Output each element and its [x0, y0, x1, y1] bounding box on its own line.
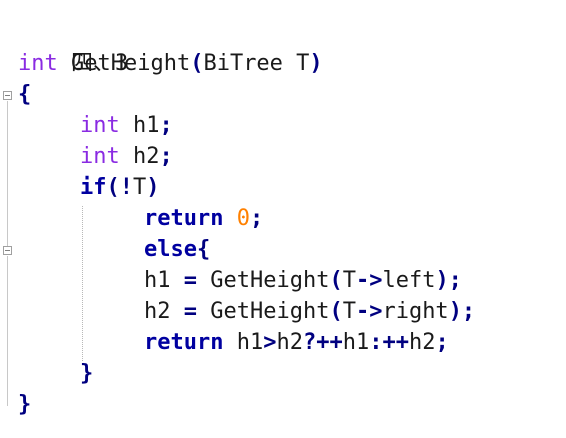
- function-call: GetHeight: [197, 299, 330, 324]
- variable-h1: h1: [342, 330, 370, 355]
- colon-increment-operator: :++: [369, 330, 409, 355]
- close-brace: }: [80, 361, 94, 386]
- code-line-close-brace-inner: }: [80, 358, 93, 389]
- variable-h1: h1: [119, 113, 160, 138]
- greater-than-operator: >: [263, 330, 277, 355]
- semicolon: ;: [435, 330, 449, 355]
- fold-range-line: [7, 256, 8, 406]
- close-paren: ): [146, 175, 160, 200]
- close-paren-semicolon: );: [435, 268, 462, 293]
- variable-h2: h2: [276, 330, 303, 355]
- ternary-increment-operator: ?++: [302, 330, 343, 355]
- variable-h2: h2: [144, 299, 184, 324]
- variable-h1: h1: [223, 330, 264, 355]
- fold-collapse-icon[interactable]: [3, 246, 12, 255]
- open-brace: {: [196, 237, 211, 262]
- open-paren-not: (!: [106, 175, 134, 200]
- arrow-operator: ->: [355, 299, 383, 324]
- code-line-function-signature: int GetHeight(BiTree T): [18, 48, 323, 79]
- close-brace: }: [18, 392, 32, 417]
- variable-h2: h2: [408, 330, 436, 355]
- code-line-else: else{: [144, 234, 210, 265]
- open-paren: (: [190, 51, 204, 76]
- number-literal: 0: [236, 206, 250, 231]
- assign-operator: =: [183, 268, 197, 293]
- code-editor[interactable]: 四、3 int GetHeight(BiTree T) { int h1; in…: [0, 0, 566, 438]
- keyword-return: return: [144, 206, 224, 231]
- parameter: BiTree T: [203, 51, 310, 76]
- close-paren: ): [309, 51, 323, 76]
- member-left: left: [382, 268, 436, 293]
- semicolon: ;: [249, 206, 264, 231]
- keyword-return: return: [144, 330, 224, 355]
- code-line-decl-h1: int h1;: [80, 110, 173, 141]
- arrow-operator: ->: [355, 268, 383, 293]
- keyword-if: if: [80, 175, 107, 200]
- keyword-else: else: [144, 237, 197, 262]
- keyword-int: int: [18, 51, 58, 76]
- keyword-int: int: [80, 113, 120, 138]
- code-line-return-ternary: return h1>h2?++h1:++h2;: [144, 327, 449, 358]
- variable-h1: h1: [144, 268, 184, 293]
- open-brace: {: [18, 82, 32, 107]
- semicolon: ;: [159, 144, 173, 169]
- open-paren: (: [329, 299, 343, 324]
- fold-collapse-icon[interactable]: [3, 91, 12, 100]
- code-line-return-zero: return 0;: [144, 203, 263, 234]
- semicolon: ;: [159, 113, 173, 138]
- close-paren-semicolon: );: [448, 299, 476, 324]
- variable-T: T: [342, 268, 356, 293]
- keyword-int: int: [80, 144, 120, 169]
- code-line-open-brace: {: [18, 79, 31, 110]
- indent-guide: [82, 206, 84, 361]
- open-paren: (: [329, 268, 343, 293]
- code-line-assign-h1: h1 = GetHeight(T->left);: [144, 265, 462, 296]
- variable-T: T: [342, 299, 356, 324]
- fold-range-line: [7, 101, 8, 246]
- code-line-decl-h2: int h2;: [80, 141, 173, 172]
- function-call: GetHeight: [197, 268, 330, 293]
- code-line-heading: 四、3: [18, 17, 128, 76]
- code-line-close-brace-outer: }: [18, 389, 31, 420]
- variable-h2: h2: [119, 144, 160, 169]
- assign-operator: =: [183, 299, 197, 324]
- variable-T: T: [133, 175, 147, 200]
- code-line-if: if(!T): [80, 172, 160, 203]
- member-right: right: [382, 299, 449, 324]
- code-line-assign-h2: h2 = GetHeight(T->right);: [144, 296, 475, 327]
- function-name: GetHeight: [57, 51, 191, 76]
